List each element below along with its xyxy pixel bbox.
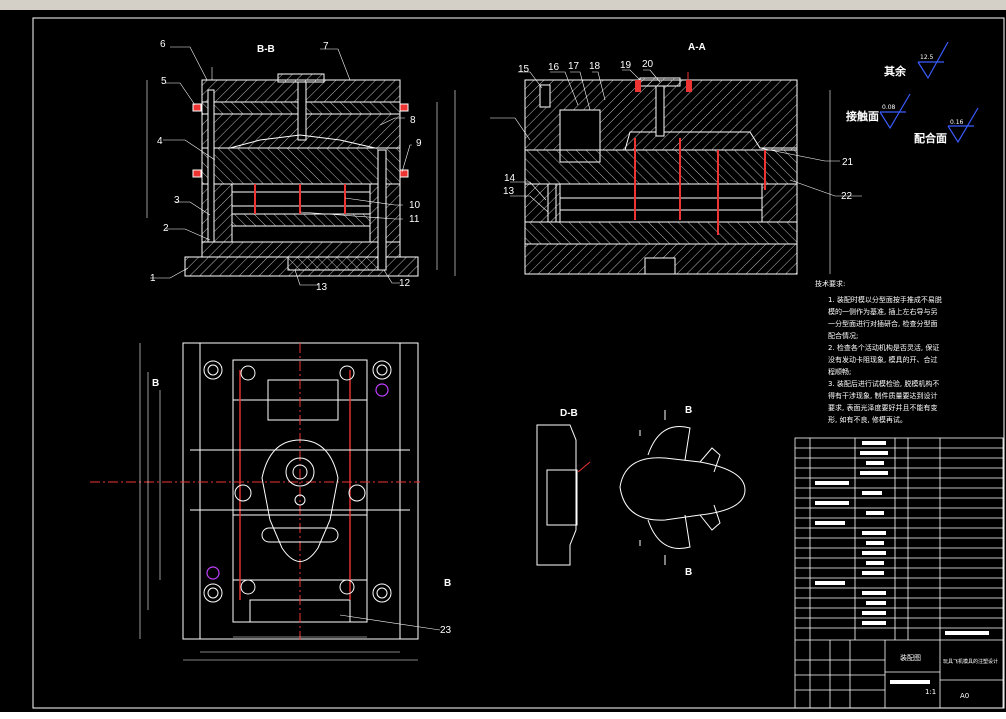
parts-list-entries: [815, 441, 989, 684]
callout-6: 6: [160, 39, 166, 50]
tech-req-line-6: 没有发动卡阻现象, 模具的开、合过: [828, 355, 937, 364]
tech-req-title: 技术要求:: [815, 279, 845, 288]
callout-18: 18: [589, 61, 601, 72]
roughness-fit-value: 0.16: [950, 119, 964, 126]
roughness-rest-value: 12.5: [920, 54, 934, 61]
title-block-drawing-name: 装配图: [900, 653, 921, 662]
roughness-contact-label: 接触面: [846, 109, 879, 123]
tech-req-line-8: 3. 装配后进行试模检验, 脱模机构不: [828, 379, 939, 388]
section-title-db: D-B: [560, 408, 578, 419]
tech-req-line-9: 得有干涉现象, 制件质量要达到设计: [828, 391, 937, 400]
section-view-db: [536, 424, 591, 566]
tech-req-line-2: 模的一侧作为基准, 插上左右导与另: [828, 307, 937, 316]
plan-view: [90, 342, 441, 661]
callout-10: 10: [409, 200, 421, 211]
callout-22: 22: [841, 191, 853, 202]
section-title-aa: A-A: [688, 42, 706, 53]
parts-list-table: [794, 437, 1004, 709]
callout-14: 14: [504, 173, 516, 184]
callout-9: 9: [416, 138, 422, 149]
tech-req-line-11: 形, 如有不良, 修模再试。: [828, 415, 907, 424]
tech-req-line-4: 配合情况;: [828, 331, 858, 340]
callout-23: 23: [440, 625, 452, 636]
title-block-project: 玩具飞机模具的注塑设计: [943, 658, 998, 665]
tech-req-line-7: 程顺畅;: [828, 367, 851, 376]
product-mark-b-bottom: B: [685, 567, 692, 578]
callout-5: 5: [161, 76, 167, 87]
title-block-sheet: A0: [960, 692, 969, 700]
callout-3: 3: [174, 195, 180, 206]
callout-15: 15: [518, 64, 530, 75]
cad-drawing-canvas[interactable]: B-B 6 5 7 8 4 9 3 10 11 2 1 13 12 A-A 15…: [0, 0, 1006, 712]
section-view-bb: [146, 67, 456, 277]
callout-21: 21: [842, 157, 854, 168]
roughness-contact-value: 0.08: [882, 104, 896, 111]
callout-1: 1: [150, 273, 156, 284]
callout-8: 8: [410, 115, 416, 126]
command-line-bar[interactable]: [0, 712, 1006, 719]
callout-2: 2: [163, 223, 169, 234]
callout-11: 11: [409, 214, 420, 225]
callout-4: 4: [157, 136, 163, 147]
product-mark-b-top: B: [685, 405, 692, 416]
title-block-scale: 1:1: [925, 688, 936, 696]
tech-req-line-3: 一分型面进行对插研合, 检查分型面: [828, 319, 937, 328]
tech-req-line-10: 要求, 表面光泽度要好并且不能有变: [828, 403, 937, 412]
callout-19: 19: [620, 60, 632, 71]
tech-req-line-1: 1. 装配时模以分型面按手推成不易脱: [828, 295, 942, 304]
roughness-fit-label: 配合面: [914, 131, 947, 145]
roughness-rest-label: 其余: [884, 64, 907, 78]
callout-20: 20: [642, 59, 654, 70]
callout-13-left: 13: [316, 282, 328, 293]
plan-mark-b-bottom: B: [444, 578, 451, 589]
product-view-airplane: [619, 410, 746, 565]
callout-13-right: 13: [503, 186, 515, 197]
technical-requirements: 技术要求: 1. 装配时模以分型面按手推成不易脱 模的一侧作为基准, 插上左右导…: [815, 279, 942, 424]
callout-16: 16: [548, 62, 560, 73]
callout-7: 7: [323, 41, 329, 52]
tech-req-line-5: 2. 检查各个活动机构是否灵活, 保证: [828, 343, 939, 352]
section-title-bb: B-B: [257, 44, 275, 55]
section-view-aa: [524, 72, 831, 275]
callout-17: 17: [568, 61, 580, 72]
plan-mark-b-top: B: [152, 378, 159, 389]
callout-12: 12: [399, 278, 411, 289]
